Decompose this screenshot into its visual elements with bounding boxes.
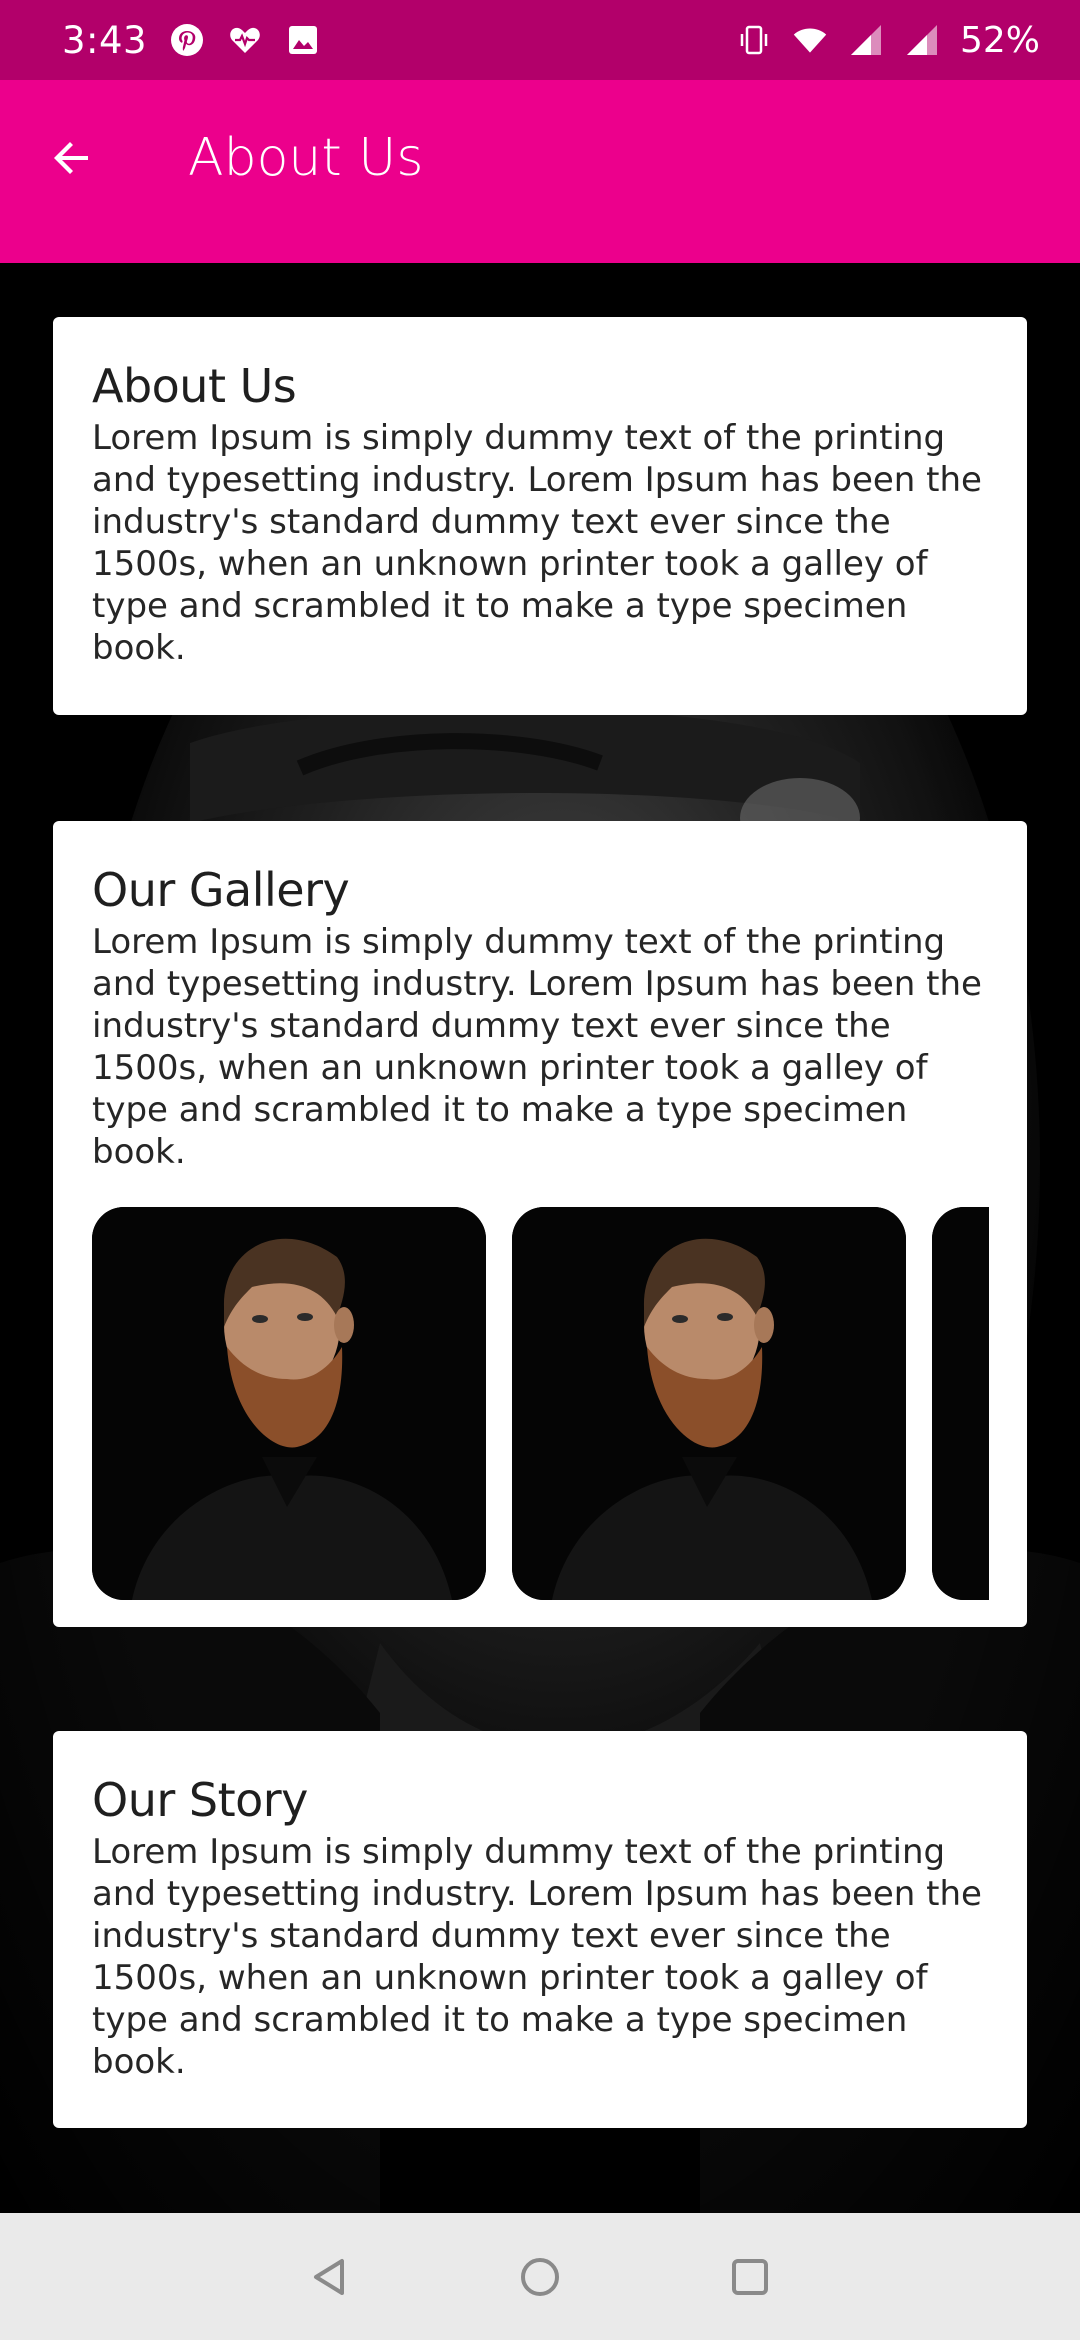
image-icon [285,22,321,58]
bearded-man-portrait-image [512,1207,906,1600]
story-title: Our Story [92,1773,308,1827]
about-body: Lorem Ipsum is simply dummy text of the … [92,418,982,668]
back-triangle-icon [314,2258,344,2295]
back-button[interactable] [12,126,132,190]
status-bar: 3:43 52% [0,0,1080,80]
about-title: About Us [92,359,297,413]
status-time: 3:43 [62,18,148,62]
app-bar: About Us [0,80,1080,263]
bearded-man-portrait-image [92,1207,486,1600]
story-body: Lorem Ipsum is simply dummy text of the … [92,1832,982,2082]
gallery-card: Our Gallery Lorem Ipsum is simply dummy … [53,821,1027,1627]
battery-level: 52% [959,19,1040,61]
signal-icon [904,22,940,58]
back-arrow-icon [54,142,88,174]
signal-icon [848,22,884,58]
wifi-icon [792,22,828,58]
gallery-image[interactable] [512,1207,906,1600]
nav-recents-button[interactable] [720,2247,780,2307]
gallery-title: Our Gallery [92,863,350,917]
gallery-carousel[interactable] [92,1207,989,1600]
about-card: About Us Lorem Ipsum is simply dummy tex… [53,317,1027,715]
story-card: Our Story Lorem Ipsum is simply dummy te… [53,1731,1027,2128]
gallery-image[interactable] [92,1207,486,1600]
bearded-man-portrait-image [932,1207,989,1600]
system-nav-bar [0,2213,1080,2340]
gallery-body: Lorem Ipsum is simply dummy text of the … [92,922,982,1172]
home-circle-icon [521,2257,559,2296]
status-left-icons [169,22,321,58]
nav-back-button[interactable] [300,2247,360,2307]
recents-square-icon [732,2258,768,2295]
status-right-icons: 52% [736,20,1040,61]
page-title: About Us [188,128,424,188]
nav-home-button[interactable] [510,2247,570,2307]
vibrate-icon [736,22,772,58]
gallery-image[interactable] [932,1207,989,1600]
pinterest-icon [169,22,205,58]
content-area[interactable]: About Us Lorem Ipsum is simply dummy tex… [0,263,1080,2213]
health-icon [227,22,263,58]
